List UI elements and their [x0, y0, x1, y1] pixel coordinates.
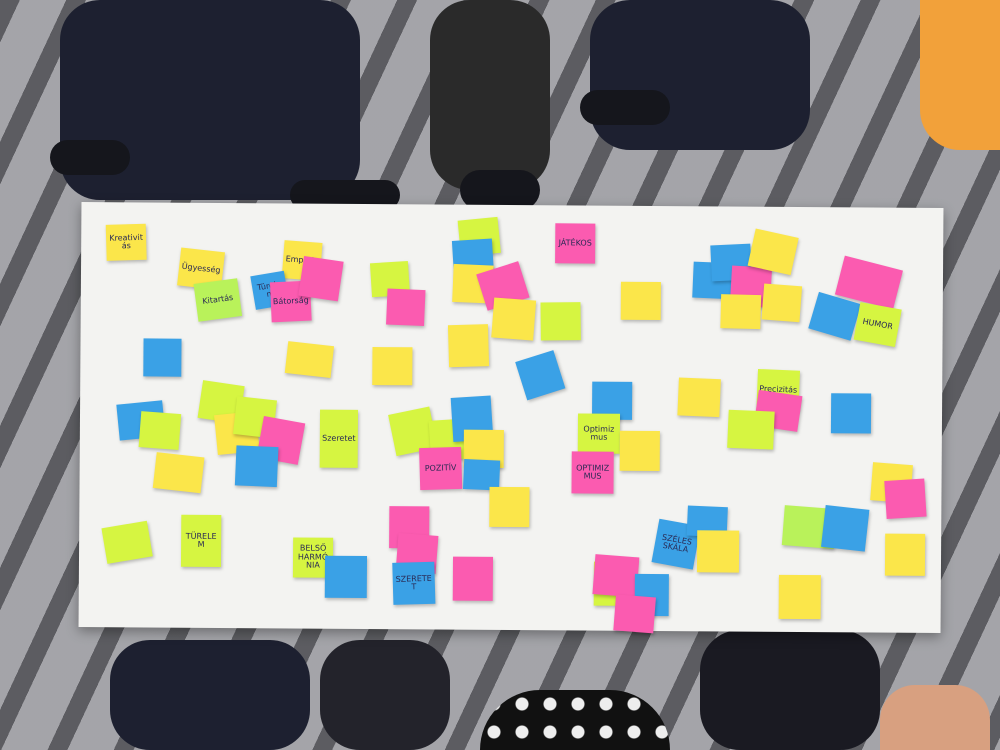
person-legs-bottom-center	[320, 640, 450, 750]
sticky-note	[696, 530, 740, 573]
sticky-note	[491, 297, 537, 341]
sticky-note	[620, 281, 661, 321]
person-legs-bottom-left	[110, 640, 310, 750]
sticky-note	[720, 294, 762, 330]
sticky-note: Optimizmus	[577, 413, 621, 454]
sticky-note	[447, 324, 490, 368]
sticky-note	[234, 445, 279, 488]
sticky-note	[152, 452, 205, 494]
sticky-note	[540, 302, 581, 341]
polka-dot-dress	[480, 690, 670, 750]
sticky-note	[613, 594, 656, 634]
sticky-note	[761, 283, 803, 323]
paper-board: Kreativitás Ügyesség Kitartás Empátia Tü…	[78, 201, 944, 634]
shoe	[580, 90, 670, 125]
sticky-note: Kreativitás	[105, 223, 147, 261]
sticky-note	[138, 411, 182, 451]
orange-sleeve	[920, 0, 1000, 150]
sticky-note	[677, 377, 721, 418]
person-legs-top-center	[430, 0, 550, 190]
sticky-note	[830, 393, 872, 434]
sticky-note: OPTIMIZMUS	[571, 451, 614, 494]
sticky-note: SZERETET	[392, 561, 436, 605]
hand	[880, 685, 990, 750]
sticky-note	[727, 409, 775, 450]
sticky-note	[619, 430, 660, 472]
sticky-note	[778, 574, 821, 620]
sticky-note	[284, 341, 335, 379]
sticky-note	[821, 505, 870, 552]
sticky-note: TÜRELEM	[180, 514, 222, 567]
sticky-note: Szeretet	[319, 409, 359, 468]
sticky-note	[884, 478, 927, 519]
sticky-note	[515, 350, 566, 401]
sticky-note	[462, 459, 501, 491]
sticky-note	[592, 554, 640, 598]
sticky-note	[386, 288, 426, 327]
sticky-note: JÁTÉKOS	[555, 223, 596, 264]
sticky-note	[324, 555, 368, 598]
person-legs-top-right	[590, 0, 810, 150]
sticky-note	[298, 255, 344, 302]
sticky-note: HUMOR	[853, 302, 902, 348]
sticky-note	[101, 520, 153, 564]
sticky-note	[489, 486, 530, 528]
sticky-note	[372, 347, 413, 386]
shoe	[50, 140, 130, 175]
sticky-note	[884, 533, 926, 576]
sticky-note	[143, 338, 182, 377]
person-legs-bottom-right	[700, 630, 880, 750]
sticky-note: Kitartás	[193, 278, 243, 322]
sticky-note	[452, 556, 494, 601]
sticky-note: POZITÍV	[419, 446, 463, 491]
